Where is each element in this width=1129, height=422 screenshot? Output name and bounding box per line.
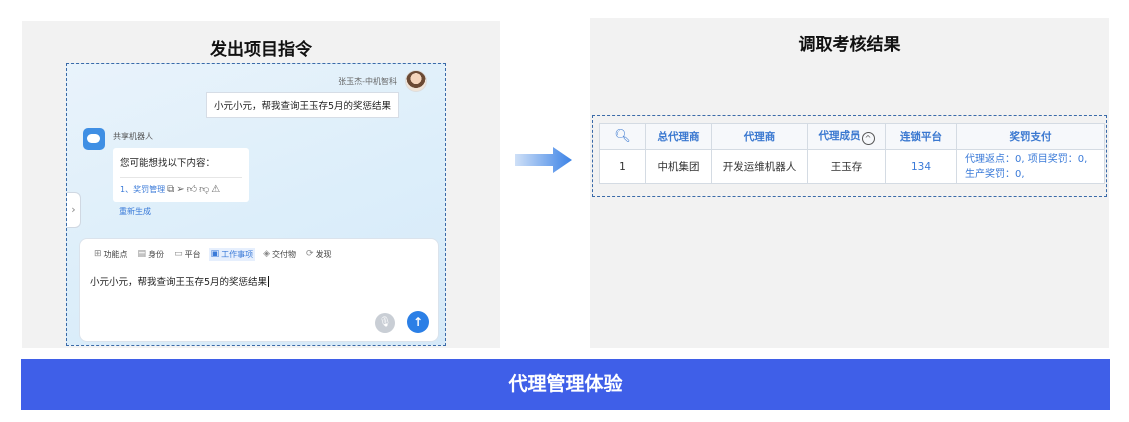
user-name: 张玉杰-中机智科 [338, 77, 397, 86]
chat-input-card: ⊞ 功能点 ▤ 身份 ▭ 平台 ▣ 工作事项 ◈ 交付物 ⟳ 发现 小元小元，帮我查询王玉存… [79, 238, 439, 342]
reward-line-1: 代理返点：0, 项目奖罚：0, [965, 153, 1088, 165]
layers-icon: ◈ [263, 249, 271, 259]
cell-reward-payment[interactable]: 代理返点：0, 项目奖罚：0, 生产奖罚：0, [956, 149, 1105, 184]
cell-platform-count[interactable]: 134 [885, 149, 957, 184]
share-icon[interactable]: ➢ [176, 184, 184, 195]
warning-icon[interactable]: ⚠ [211, 184, 220, 195]
tool-label: 交付物 [272, 250, 297, 259]
microphone-button[interactable]: 🎙︎ [375, 313, 395, 333]
header-agent: 代理商 [711, 123, 808, 150]
instruction-panel-title: 发出项目指令 [210, 40, 312, 60]
tool-discover[interactable]: ⟳ 发现 [304, 248, 334, 261]
refresh-icon: ⟳ [306, 249, 314, 259]
platform-icon: ▭ [174, 249, 183, 259]
input-toolbar: ⊞ 功能点 ▤ 身份 ▭ 平台 ▣ 工作事项 ◈ 交付物 ⟳ 发现 [92, 248, 334, 261]
bot-message-text: 您可能想找以下内容： [120, 158, 216, 169]
expand-sidebar-handle[interactable]: › [67, 192, 81, 228]
regenerate-link[interactable]: 重新生成 [119, 206, 151, 217]
microphone-icon: 🎙︎ [378, 317, 392, 328]
tool-identity[interactable]: ▤ 身份 [136, 248, 167, 261]
grid-icon: ⊞ [94, 249, 102, 259]
flow-arrow-icon [515, 147, 572, 173]
tool-label: 工作事项 [221, 250, 254, 259]
result-panel-title: 调取考核结果 [798, 35, 901, 55]
table-row: 1 中机集团 开发运维机器人 王玉存 134 代理返点：0, 项目奖罚：0, 生… [599, 149, 1105, 184]
chevron-up-icon[interactable]: ^ [861, 132, 875, 145]
header-agent-member: 代理成员 ^ [807, 123, 886, 150]
header-reward-payment: 奖罚支付 [956, 123, 1105, 150]
robot-icon [83, 128, 105, 150]
tool-deliverable[interactable]: ◈ 交付物 [261, 248, 298, 261]
cell-agent: 开发运维机器人 [711, 149, 808, 184]
bot-message-bubble: 您可能想找以下内容： 1、奖罚管理 ⧉ ➢ 👍︎ 👎︎ ⚠ [113, 148, 249, 202]
banner-title: 代理管理体验 [21, 359, 1110, 410]
copy-icon[interactable]: ⧉ [167, 184, 174, 195]
tool-label: 平台 [184, 250, 201, 259]
tool-label: 发现 [315, 250, 332, 259]
table-search-header[interactable]: 🔍︎ [599, 123, 646, 150]
arrow-up-icon: ↑ [412, 315, 424, 329]
tool-function-point[interactable]: ⊞ 功能点 [92, 248, 130, 261]
thumbs-up-icon[interactable]: 👍︎ [187, 184, 197, 195]
header-label: 代理成员 [818, 130, 861, 142]
header-chain-platform: 连锁平台 [885, 123, 957, 150]
chevron-right-icon: › [71, 203, 76, 216]
search-icon: 🔍︎ [614, 129, 631, 144]
result-panel: 调取考核结果 🔍︎ 总代理商 代理商 代理成员^ 连锁平台 奖罚支付 1 中机 [590, 18, 1109, 348]
result-table-frame: 🔍︎ 总代理商 代理商 代理成员 ^ 连锁平台 奖罚支付 1 中机集团 开发运维机… [592, 115, 1107, 197]
tool-label: 功能点 [103, 250, 128, 259]
chat-window: 张玉杰-中机智科 小元小元，帮我查询王玉存5月的奖惩结果 共享机器人 您可能想找… [66, 63, 446, 346]
user-avatar [405, 70, 427, 92]
bot-suggestion-row: 1、奖罚管理 ⧉ ➢ 👍︎ 👎︎ ⚠ [120, 184, 242, 195]
work-item-icon: ▣ [210, 249, 220, 259]
chat-input[interactable]: 小元小元，帮我查询王玉存5月的奖惩结果 [90, 274, 269, 288]
bot-message-divider [120, 177, 242, 178]
suggestion-link-reward-management[interactable]: 1、奖罚管理 [120, 184, 165, 195]
row-index: 1 [599, 149, 646, 184]
instruction-panel: 发出项目指令 张玉杰-中机智科 小元小元，帮我查询王玉存5月的奖惩结果 共享机器… [22, 21, 500, 348]
tool-work-item[interactable]: ▣ 工作事项 [208, 248, 256, 261]
result-table: 🔍︎ 总代理商 代理商 代理成员 ^ 连锁平台 奖罚支付 1 中机集团 开发运维机… [599, 123, 1105, 184]
id-card-icon: ▤ [137, 249, 147, 259]
cell-member: 王玉存 [807, 149, 886, 184]
tool-label: 身份 [148, 250, 165, 259]
tool-platform[interactable]: ▭ 平台 [172, 248, 203, 261]
table-header-row: 🔍︎ 总代理商 代理商 代理成员 ^ 连锁平台 奖罚支付 [599, 123, 1105, 150]
header-general-agent: 总代理商 [645, 123, 712, 150]
bot-name: 共享机器人 [113, 132, 153, 141]
user-message-bubble: 小元小元，帮我查询王玉存5月的奖惩结果 [205, 92, 399, 118]
cell-general-agent: 中机集团 [645, 149, 712, 184]
thumbs-down-icon[interactable]: 👎︎ [199, 184, 209, 195]
reward-line-2: 生产奖罚：0, [965, 168, 1025, 180]
send-button[interactable]: ↑ [407, 311, 429, 333]
